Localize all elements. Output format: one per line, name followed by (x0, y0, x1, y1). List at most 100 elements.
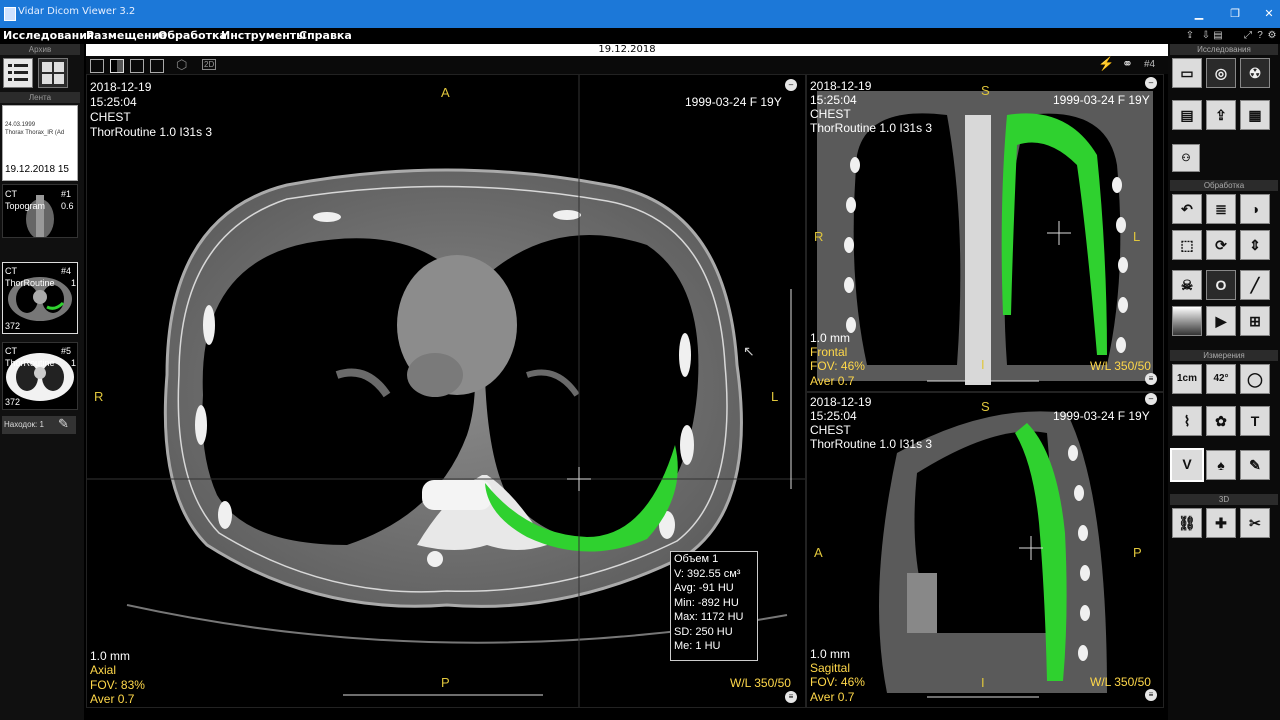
sagittal-series: ThorRoutine 1.0 I31s 3 (810, 437, 933, 451)
volume-tool-icon[interactable]: V (1170, 448, 1204, 482)
cube-icon[interactable]: ⬡ (176, 57, 187, 73)
ruler-1cm-icon[interactable]: 1cm (1172, 364, 1202, 394)
maximize-button[interactable]: ❐ (1228, 8, 1242, 20)
undo-icon[interactable]: ↶ (1172, 194, 1202, 224)
frontal-orient-right: L (1133, 229, 1141, 244)
crosshair-icon[interactable]: ✚ (1206, 508, 1236, 538)
findings-bar[interactable]: Находок: 1 ✎ (2, 416, 76, 434)
eraser-icon[interactable]: ✎ (1240, 450, 1270, 480)
axial-menu-button[interactable]: ≡ (785, 691, 797, 703)
window-title: Vidar Dicom Viewer 3.2 (18, 6, 136, 17)
view-2d-icon[interactable]: 2D (202, 59, 217, 70)
sagittal-orient-right: P (1133, 545, 1142, 560)
viewport-toolbar: ⬡ 2D ⚡ ⚭ #4 (86, 56, 1168, 74)
sagittal-date: 2018-12-19 (810, 395, 872, 409)
magic-wand-icon[interactable]: ⚡ (1098, 56, 1114, 72)
series-3-count: 372 (5, 397, 21, 407)
frontal-minimize-button[interactable]: – (1145, 77, 1157, 89)
freehand-roi-icon[interactable]: ✿ (1206, 406, 1236, 436)
series-thumb-2[interactable]: CT #4 ThorRoutine 1 372 (2, 262, 78, 334)
cd-disc-icon[interactable]: ◎ (1206, 58, 1236, 88)
circle-roi-icon[interactable]: ◯ (1240, 364, 1270, 394)
series-thumb-3[interactable]: CT #5 ThorRoutine 1 372 (2, 342, 78, 410)
axial-patient: 1999-03-24 F 19Y (685, 95, 782, 109)
zoom-in-icon[interactable]: ⊞ (1240, 306, 1270, 336)
axial-wl: W/L 350/50 (730, 676, 791, 690)
line-tool-icon[interactable]: ╱ (1240, 270, 1270, 300)
left-panel: Архив Лента 24.03.1999 Thorax Thorax_IR … (0, 44, 84, 720)
print-film-icon[interactable]: ▦ (1240, 100, 1270, 130)
settings-icon[interactable]: ⚙ (1266, 30, 1278, 42)
study-card[interactable]: 24.03.1999 Thorax Thorax_IR (Ad 19.12.20… (2, 105, 78, 181)
radiation-disc-icon[interactable]: ☢ (1240, 58, 1270, 88)
feed-header: Лента (0, 92, 80, 103)
measurement-avg: Avg: -91 HU (674, 582, 734, 594)
minimize-button[interactable]: ▁ (1192, 8, 1206, 20)
layout-1plus2-icon[interactable] (110, 59, 124, 73)
series-2-param: 1 (71, 278, 77, 288)
window-level-icon[interactable]: ◑ (1240, 194, 1270, 224)
text-annotation-icon[interactable]: T (1240, 406, 1270, 436)
link-icon[interactable]: ⚭ (1122, 56, 1133, 72)
axial-orient-top: A (441, 85, 450, 100)
layout-2x2-icon[interactable] (150, 59, 164, 73)
menu-processing[interactable]: Обработка (158, 29, 227, 42)
lungs-icon[interactable]: ♠ (1206, 450, 1236, 480)
measurement-sd: SD: 250 HU (674, 625, 733, 638)
study-date-bar: 19.12.2018 (86, 44, 1168, 56)
axial-thickness: 1.0 mm (90, 649, 131, 663)
export-icon[interactable]: ⇪ (1206, 100, 1236, 130)
right-tool-panel: Исследования ▭ ◎ ☢ ▤ ⇪ ▦ ⚇ Обработка ↶ ≣… (1168, 44, 1280, 720)
sagittal-thickness: 1.0 mm (810, 647, 851, 661)
angle-icon[interactable]: 42° (1206, 364, 1236, 394)
sagittal-wl: W/L 350/50 (1090, 675, 1151, 689)
skull-icon[interactable]: ☠ (1172, 270, 1202, 300)
menu-help[interactable]: Справка (299, 29, 352, 42)
download-icon[interactable]: ⇩ (1200, 30, 1212, 42)
layout-1x3-icon[interactable] (130, 59, 144, 73)
findings-tool-icon[interactable]: ✎ (58, 416, 69, 432)
rotate-icon[interactable]: ⟳ (1206, 230, 1236, 260)
print-icon[interactable]: ▤ (1172, 100, 1202, 130)
stack-icon[interactable]: ≣ (1206, 194, 1236, 224)
sagittal-minimize-button[interactable]: – (1145, 393, 1157, 405)
frontal-menu-button[interactable]: ≡ (1145, 373, 1157, 385)
axial-minimize-button[interactable]: – (785, 79, 797, 91)
sagittal-time: 15:25:04 (810, 409, 857, 423)
help-icon[interactable]: ? (1254, 30, 1266, 42)
chain-link-icon[interactable]: ⛓ (1172, 508, 1202, 538)
sagittal-orient-left: A (814, 545, 823, 560)
menu-studies[interactable]: Исследования (3, 29, 94, 42)
ellipse-roi-icon[interactable]: O (1206, 270, 1236, 300)
sagittal-menu-button[interactable]: ≡ (1145, 689, 1157, 701)
scalpel-icon[interactable]: ✂ (1240, 508, 1270, 538)
close-button[interactable]: ✕ (1262, 8, 1276, 20)
title-bar: Vidar Dicom Viewer 3.2 ▁ ❐ ✕ (0, 0, 1280, 28)
frontal-patient: 1999-03-24 F 19Y (1053, 93, 1150, 107)
polyline-icon[interactable]: ⌇ (1172, 406, 1202, 436)
frontal-viewport[interactable]: 2018-12-19 15:25:04 CHEST ThorRoutine 1.… (806, 74, 1164, 392)
series-thumb-1[interactable]: CT #1 Topogram 0.6 (2, 184, 78, 238)
fullscreen-icon[interactable]: ⤢ (1242, 30, 1254, 42)
layout-1x1-icon[interactable] (90, 59, 104, 73)
menu-layout[interactable]: Размещение (86, 29, 167, 42)
upload-icon[interactable]: ⇪ (1184, 30, 1196, 42)
dicom-node-icon[interactable]: ⚇ (1172, 144, 1200, 172)
sagittal-viewport[interactable]: 2018-12-19 15:25:04 CHEST ThorRoutine 1.… (806, 392, 1164, 708)
gradient-icon[interactable] (1172, 306, 1202, 336)
sagittal-aver: Aver 0.7 (810, 690, 855, 704)
crop-icon[interactable]: ⬚ (1172, 230, 1202, 260)
menu-tools[interactable]: Инструменты (221, 29, 306, 42)
flip-icon[interactable]: ⇕ (1240, 230, 1270, 260)
sagittal-orient-top: S (981, 399, 990, 414)
measurements-header: Измерения (1170, 350, 1278, 361)
sagittal-plane: Sagittal (810, 661, 851, 675)
axial-orient-right: L (771, 389, 779, 404)
measurement-me: Me: 1 HU (674, 640, 721, 652)
print-icon[interactable]: ▤ (1212, 30, 1224, 42)
cine-icon[interactable]: ▶ (1206, 306, 1236, 336)
open-folder-icon[interactable]: ▭ (1172, 58, 1202, 88)
axial-orient-bottom: P (441, 675, 450, 690)
grid-view-icon[interactable] (38, 58, 68, 88)
list-view-icon[interactable] (3, 58, 33, 88)
